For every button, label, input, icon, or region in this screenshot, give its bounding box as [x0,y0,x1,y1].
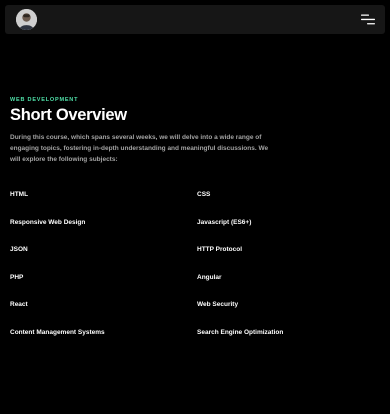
hamburger-menu-button[interactable] [361,14,375,25]
subject-item-seo: Search Engine Optimization [197,328,284,336]
page: WEB DEVELOPMENT Short Overview During th… [0,0,390,414]
subject-item-json: JSON [10,246,28,253]
page-title: Short Overview [10,106,127,124]
subject-item-react: React [10,301,28,308]
user-avatar[interactable] [16,9,37,30]
subject-item-css: CSS [197,191,211,198]
subject-item-web-security: Web Security [197,301,239,308]
subject-item-html: HTML [10,191,29,198]
course-description: During this course, which spans several … [10,134,269,163]
overview-section: WEB DEVELOPMENT Short Overview During th… [10,97,380,165]
subject-item-cms: Content Management Systems [10,328,105,336]
section-eyebrow: WEB DEVELOPMENT [10,97,79,103]
hamburger-menu-icon [361,14,375,25]
subject-item-responsive-web-design: Responsive Web Design [10,218,86,226]
top-navbar [5,5,385,34]
avatar-icon [16,9,37,30]
subject-item-javascript: Javascript (ES6+) [197,218,252,226]
subject-item-php: PHP [10,273,24,281]
subject-item-http-protocol: HTTP Protocol [197,246,243,253]
subject-item-angular: Angular [197,273,222,281]
